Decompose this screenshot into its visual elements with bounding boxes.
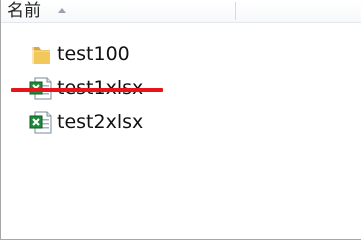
excel-file-icon (29, 111, 52, 134)
file-name-label: test100 (57, 43, 130, 65)
file-row-test2xlsx[interactable]: test2xlsx (1, 106, 361, 140)
red-strikethrough-annotation (11, 88, 163, 92)
file-row-test100[interactable]: test100 (1, 38, 361, 72)
folder-icon (32, 47, 50, 64)
column-header-bar: 名前 (1, 0, 361, 23)
file-name-label: test2xlsx (57, 111, 144, 133)
sort-ascending-icon (58, 8, 66, 13)
name-column-header[interactable]: 名前 (7, 1, 41, 21)
file-explorer-pane: 名前 test100 test1xlsx (0, 0, 361, 240)
column-divider[interactable] (235, 2, 236, 20)
